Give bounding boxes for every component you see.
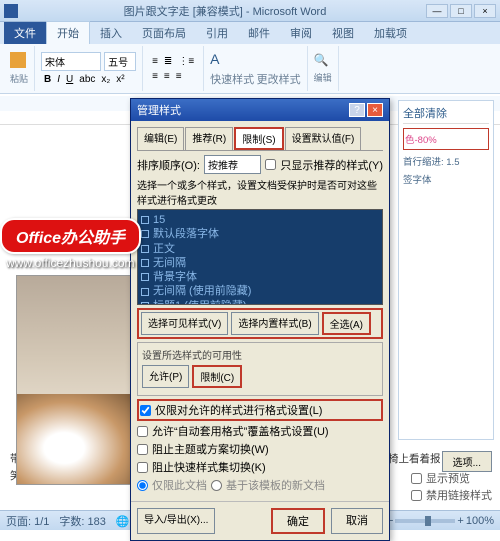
block-theme-checkbox[interactable] <box>137 444 148 455</box>
styles-listbox[interactable]: 15 默认段落字体 正文 无间隔 背景字体 无间隔 (使用前隐藏) 标题1 (使… <box>137 209 383 305</box>
align-center-icon[interactable]: ≡ <box>161 70 173 83</box>
dialog-tab-restrict[interactable]: 限制(S) <box>234 127 283 150</box>
styles-pane-clear[interactable]: 全部清除 <box>403 105 489 124</box>
zoom-slider[interactable] <box>395 519 455 523</box>
block-quickstyle-label: 阻止快速样式集切换(K) <box>152 459 266 475</box>
zoom-level[interactable]: 100% <box>466 515 494 527</box>
only-allowed-label: 仅限对允许的样式进行格式设置(L) <box>155 402 322 418</box>
font-size-select[interactable]: 五号 <box>104 52 136 71</box>
show-preview-checkbox[interactable] <box>411 473 422 484</box>
autoformat-label: 允许“自动套用格式”覆盖格式设置(U) <box>152 423 329 439</box>
dialog-tab-defaults[interactable]: 设置默认值(F) <box>285 127 362 150</box>
tab-addins[interactable]: 加载项 <box>364 22 417 44</box>
tab-file[interactable]: 文件 <box>4 22 46 44</box>
tab-home[interactable]: 开始 <box>46 21 90 44</box>
autoformat-checkbox[interactable] <box>137 426 148 437</box>
strike-button[interactable]: abc <box>76 73 98 86</box>
restrict-button[interactable]: 限制(C) <box>192 365 242 388</box>
font-family-select[interactable]: 宋体 <box>41 52 101 71</box>
paste-icon[interactable] <box>10 52 26 68</box>
dialog-titlebar: 管理样式 ? × <box>131 99 389 121</box>
underline-button[interactable]: U <box>63 73 76 86</box>
manage-styles-dialog: 管理样式 ? × 编辑(E) 推荐(R) 限制(S) 设置默认值(F) 排序顺序… <box>130 98 390 541</box>
cancel-button[interactable]: 取消 <box>331 508 383 534</box>
sort-select[interactable]: 按推荐 <box>204 155 261 174</box>
styles-pane: 全部清除 色-80% 首行缩进: 1.5 签字体 <box>398 100 494 440</box>
bullets-icon[interactable]: ≡ <box>149 55 161 68</box>
ribbon-tabs: 文件 开始 插入 页面布局 引用 邮件 审阅 视图 加载项 <box>0 22 500 44</box>
options-button[interactable]: 选项... <box>442 451 492 472</box>
paste-label: 粘贴 <box>10 72 28 85</box>
only-doc-radio[interactable] <box>137 480 148 491</box>
sup-button[interactable]: x² <box>113 73 127 86</box>
import-export-button[interactable]: 导入/导出(X)... <box>137 508 215 534</box>
dialog-help-button[interactable]: ? <box>349 103 365 117</box>
quick-styles-label[interactable]: 快速样式 <box>210 74 254 86</box>
tab-insert[interactable]: 插入 <box>90 22 132 44</box>
select-all-button[interactable]: 全选(A) <box>322 312 371 335</box>
block-quickstyle-checkbox[interactable] <box>137 462 148 473</box>
sort-label: 排序顺序(O): <box>137 157 200 173</box>
dialog-description: 选择一个或多个样式，设置文档受保护时是否可对这些样式进行格式更改 <box>137 177 383 207</box>
close-button[interactable]: × <box>474 4 496 18</box>
italic-button[interactable]: I <box>54 73 63 86</box>
zoom-in-button[interactable]: + <box>457 515 463 527</box>
status-page[interactable]: 页面: 1/1 <box>6 513 49 529</box>
word-app-icon <box>4 4 18 18</box>
select-builtin-button[interactable]: 选择内置样式(B) <box>231 312 318 335</box>
disable-linked-checkbox[interactable] <box>411 490 422 501</box>
align-left-icon[interactable]: ≡ <box>149 70 161 83</box>
style-item[interactable]: 签字体 <box>403 170 489 188</box>
change-styles-label[interactable]: 更改样式 <box>257 74 301 86</box>
ribbon: 粘贴 宋体 五号 BIUabcx₂x² ≡≣⋮≡ ≡≡≡ A 快速样式 更改样式… <box>0 44 500 94</box>
bold-button[interactable]: B <box>41 73 54 86</box>
tab-view[interactable]: 视图 <box>322 22 364 44</box>
status-words[interactable]: 字数: 183 <box>59 513 105 529</box>
template-radio[interactable] <box>211 480 222 491</box>
window-title: 图片跟文字走 [兼容模式] - Microsoft Word <box>24 3 426 19</box>
dialog-title: 管理样式 <box>137 102 349 118</box>
availability-label: 设置所选样式的可用性 <box>142 347 378 362</box>
only-allowed-checkbox[interactable] <box>140 405 151 416</box>
dialog-tab-recommend[interactable]: 推荐(R) <box>185 127 233 150</box>
tab-review[interactable]: 审阅 <box>280 22 322 44</box>
block-theme-label: 阻止主题或方案切换(W) <box>152 441 269 457</box>
tab-references[interactable]: 引用 <box>196 22 238 44</box>
editing-label: 编辑 <box>314 71 332 84</box>
dialog-close-button[interactable]: × <box>367 103 383 117</box>
ok-button[interactable]: 确定 <box>271 508 325 534</box>
tab-layout[interactable]: 页面布局 <box>132 22 196 44</box>
sub-button[interactable]: x₂ <box>98 73 113 86</box>
tab-mailings[interactable]: 邮件 <box>238 22 280 44</box>
show-recommended-label: 只显示推荐的样式(Y) <box>280 157 383 173</box>
multilevel-icon[interactable]: ⋮≡ <box>175 55 197 68</box>
style-item[interactable]: 首行缩进: 1.5 <box>403 152 489 170</box>
styles-pane-footer: 显示预览 禁用链接样式 <box>411 469 492 504</box>
document-image <box>16 275 136 485</box>
select-visible-button[interactable]: 选择可见样式(V) <box>141 312 228 335</box>
style-item[interactable]: 色-80% <box>405 130 487 148</box>
minimize-button[interactable]: — <box>426 4 448 18</box>
window-titlebar: 图片跟文字走 [兼容模式] - Microsoft Word — □ × <box>0 0 500 22</box>
dialog-tab-edit[interactable]: 编辑(E) <box>137 127 184 150</box>
numbering-icon[interactable]: ≣ <box>161 55 175 68</box>
allow-button[interactable]: 允许(P) <box>142 365 189 388</box>
show-recommended-checkbox[interactable] <box>265 159 276 170</box>
align-right-icon[interactable]: ≡ <box>173 70 185 83</box>
maximize-button[interactable]: □ <box>450 4 472 18</box>
